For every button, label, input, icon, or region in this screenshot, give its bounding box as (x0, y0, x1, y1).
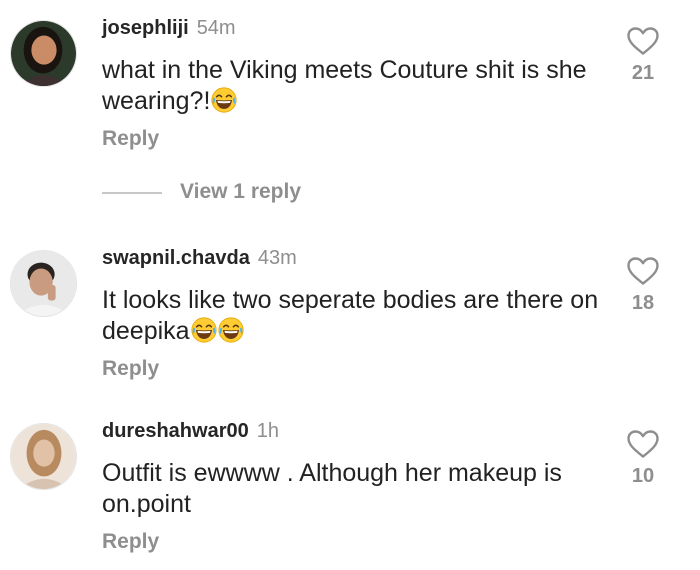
heart-outline-icon[interactable] (626, 429, 660, 459)
comment-header: josephliji 54m (102, 15, 236, 41)
view-replies-label: View 1 reply (180, 180, 302, 203)
divider (102, 192, 162, 194)
comment-header: dureshahwar00 1h (102, 418, 279, 444)
view-replies-button[interactable]: View 1 reply (102, 180, 362, 206)
avatar[interactable] (10, 20, 77, 87)
like-count: 18 (631, 292, 655, 314)
face-with-tears-of-joy-icon (218, 317, 244, 343)
comment-text: It looks like two seperate bodies are th… (102, 286, 599, 345)
like-control: 21 (624, 26, 662, 85)
timestamp: 43m (257, 247, 297, 269)
timestamp: 1h (256, 420, 279, 442)
username[interactable]: dureshahwar00 (102, 420, 249, 442)
comment-text: what in the Viking meets Couture shit is… (102, 56, 587, 115)
username[interactable]: swapnil.chavda (102, 247, 250, 269)
reply-button[interactable]: Reply (102, 530, 159, 554)
face-with-tears-of-joy-icon (211, 87, 237, 113)
like-count: 21 (631, 62, 655, 84)
heart-outline-icon[interactable] (626, 26, 660, 56)
reply-button[interactable]: Reply (102, 357, 159, 381)
like-count: 10 (631, 465, 655, 487)
avatar[interactable] (10, 423, 77, 490)
like-control: 18 (624, 256, 662, 315)
avatar[interactable] (10, 250, 77, 317)
reply-button[interactable]: Reply (102, 127, 159, 151)
comment-text: Outfit is ewwww . Although her makeup is… (102, 459, 562, 518)
face-with-tears-of-joy-icon (191, 317, 217, 343)
timestamp: 54m (196, 17, 236, 39)
heart-outline-icon[interactable] (626, 256, 660, 286)
username[interactable]: josephliji (102, 17, 189, 39)
comment-header: swapnil.chavda 43m (102, 245, 297, 271)
like-control: 10 (624, 429, 662, 488)
